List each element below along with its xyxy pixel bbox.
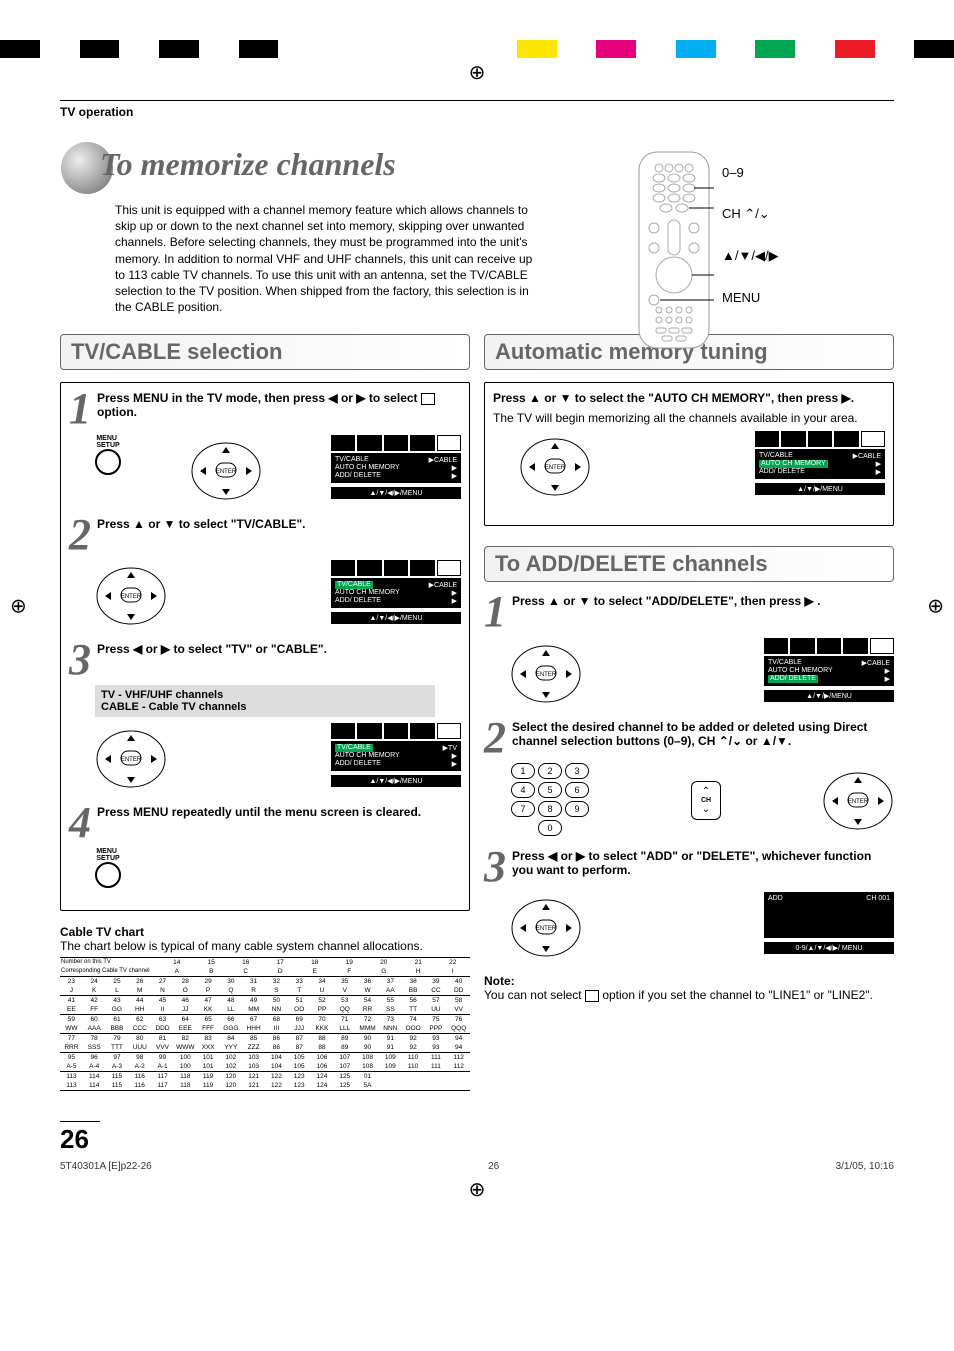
- step-number: 2: [484, 720, 508, 755]
- remote-control-illustration: 0–9 CH ⌃/⌄ ▲/▼/◀/▶ MENU: [634, 150, 884, 350]
- step-number: 2: [69, 517, 93, 552]
- osd-screen-illustration: TV/CABLE▶CABLE AUTO CH MEMORY▶ ADD/ DELE…: [764, 638, 894, 710]
- ch-updown-illustration: ⌃ CH ⌄: [691, 781, 721, 820]
- step-text: option.: [97, 405, 137, 419]
- section-tv-cable: TV/CABLE selection: [60, 334, 470, 370]
- print-color-bar: [0, 40, 954, 58]
- step-text: Press MENU repeatedly until the menu scr…: [97, 805, 461, 840]
- step-number: 4: [69, 805, 93, 840]
- dpad-illustration: ENTER: [95, 560, 167, 632]
- digit-pad-illustration: 123 456 789 0: [510, 763, 590, 839]
- step-number: 1: [484, 594, 508, 629]
- osd-screen-illustration: TV/CABLE▶TV AUTO CH MEMORY▶ ADD/ DELETE▶…: [331, 723, 461, 795]
- step-number: 3: [69, 642, 93, 677]
- page-description: This unit is equipped with a channel mem…: [115, 202, 535, 315]
- step-text: Select the desired channel to be added o…: [512, 720, 894, 755]
- chart-title: Cable TV chart: [60, 925, 470, 939]
- dpad-illustration: ENTER: [510, 638, 582, 710]
- dpad-illustration: ENTER: [822, 765, 894, 837]
- remote-label-ch: CH ⌃/⌄: [722, 206, 779, 222]
- step-text: Press ▲ or ▼ to select "TV/CABLE".: [97, 517, 461, 552]
- svg-text:ENTER: ENTER: [848, 799, 869, 805]
- dpad-illustration: ENTER: [95, 723, 167, 795]
- cable-tv-chart-table: Number on this TV141516171819202122Corre…: [60, 957, 470, 1091]
- step-text: Press ◀ or ▶ to select "ADD" or "DELETE"…: [512, 849, 894, 884]
- crop-mark-icon: ⊕: [10, 594, 27, 619]
- osd-screen-illustration: TV/CABLE▶CABLE AUTO CH MEMORY▶ ADD/ DELE…: [331, 560, 461, 632]
- crop-mark-icon: ⊕: [469, 60, 486, 85]
- tv-cable-info-box: TV - VHF/UHF channels CABLE - Cable TV c…: [95, 685, 435, 717]
- step-number: 1: [69, 391, 93, 426]
- dpad-illustration: ENTER: [510, 892, 582, 964]
- dpad-illustration: ENTER: [519, 431, 591, 503]
- crop-mark-icon: ⊕: [927, 594, 944, 619]
- osd-screen-illustration: TV/CABLE▶CABLE AUTO CH MEMORY▶ ADD/ DELE…: [755, 431, 885, 503]
- step-text: Press ▲ or ▼ to select "ADD/DELETE", the…: [512, 594, 894, 629]
- note-body: You can not select option if you set the…: [484, 988, 894, 1002]
- svg-text:ENTER: ENTER: [536, 672, 557, 678]
- crop-mark-icon: ⊕: [469, 1177, 486, 1202]
- step-text: Press MENU in the TV mode, then press ◀ …: [97, 391, 421, 405]
- svg-text:ENTER: ENTER: [216, 469, 237, 475]
- remote-label-arrows: ▲/▼/◀/▶: [722, 248, 779, 264]
- svg-text:ENTER: ENTER: [121, 594, 142, 600]
- step-text: Press ◀ or ▶ to select "TV" or "CABLE".: [97, 642, 461, 677]
- menu-icon: [585, 990, 599, 1002]
- osd-screen-illustration: ADDCH 001 0-9/▲/▼/◀/▶/ MENU: [764, 892, 894, 964]
- menu-icon: [421, 393, 435, 405]
- print-footer: 5T40301A [E]p22-26 26 3/1/05, 10:16: [60, 1161, 894, 1172]
- menu-button-illustration: MENU SETUP: [95, 848, 121, 888]
- page-number: 26: [60, 1121, 100, 1155]
- chart-description: The chart below is typical of many cable…: [60, 939, 470, 953]
- svg-text:ENTER: ENTER: [545, 465, 566, 471]
- remote-label-menu: MENU: [722, 290, 779, 305]
- svg-text:ENTER: ENTER: [121, 757, 142, 763]
- dpad-illustration: ENTER: [190, 435, 262, 507]
- step-number: 3: [484, 849, 508, 884]
- step-description: The TV will begin memorizing all the cha…: [493, 411, 885, 425]
- note-title: Note:: [484, 974, 894, 988]
- step-text: Press ▲ or ▼ to select the "AUTO CH MEMO…: [493, 391, 885, 405]
- remote-label-digits: 0–9: [722, 165, 779, 180]
- menu-button-illustration: MENU SETUP: [95, 435, 121, 507]
- osd-screen-illustration: TV/CABLE▶CABLE AUTO CH MEMORY▶ ADD/ DELE…: [331, 435, 461, 507]
- svg-text:ENTER: ENTER: [536, 926, 557, 932]
- section-add-delete: To ADD/DELETE channels: [484, 546, 894, 582]
- page-title: To memorize channels: [100, 146, 396, 183]
- breadcrumb: TV operation: [60, 103, 894, 121]
